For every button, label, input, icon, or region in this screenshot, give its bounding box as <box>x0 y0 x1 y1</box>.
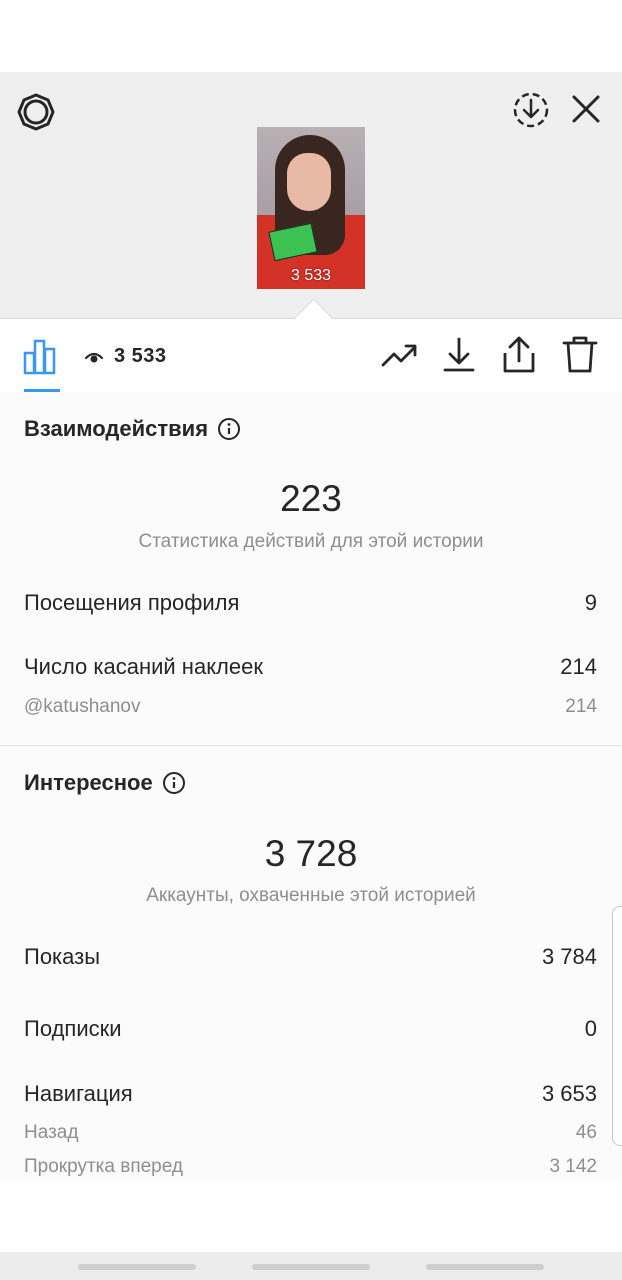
scroll-indicator[interactable] <box>612 906 622 1146</box>
stat-subrow-mention: @katushanov 214 <box>24 696 597 718</box>
stat-value: 3 653 <box>541 1081 597 1106</box>
stat-row-navigation: Навигация 3 653 <box>24 1081 597 1107</box>
home-indicator-center[interactable] <box>252 1264 370 1270</box>
stat-subvalue: 3 142 <box>549 1156 597 1177</box>
stat-row-sticker-taps: Число касаний наклеек 214 <box>24 654 597 680</box>
stat-sublabel: @katushanov <box>24 696 141 717</box>
stat-label: Посещения профиля <box>24 590 240 615</box>
insights-content: Взаимодействия 223 Статистика действий д… <box>0 392 622 1182</box>
stat-label: Число касаний наклеек <box>24 654 263 679</box>
stat-subrow-forward: Прокрутка вперед 3 142 <box>24 1156 597 1178</box>
stat-value: 214 <box>560 654 597 679</box>
close-icon[interactable] <box>566 89 606 129</box>
stat-sublabel: Назад <box>24 1122 79 1143</box>
stat-value: 3 784 <box>541 944 597 969</box>
stat-label: Подписки <box>24 1016 122 1041</box>
status-bar-area <box>0 0 622 72</box>
bottom-navigation-bar <box>0 1252 622 1280</box>
share-icon[interactable] <box>498 333 542 377</box>
stat-row-impressions: Показы 3 784 <box>24 944 597 970</box>
stat-row-follows: Подписки 0 <box>24 1016 597 1042</box>
trend-arrow-icon[interactable] <box>378 333 422 377</box>
discovery-title-text: Интересное <box>24 770 153 795</box>
stat-subrow-back: Назад 46 <box>24 1122 597 1144</box>
interactions-subtitle: Статистика действий для этой истории <box>138 531 484 552</box>
views-count: 3 533 <box>114 345 167 367</box>
info-icon[interactable] <box>217 417 241 441</box>
info-icon[interactable] <box>162 771 186 795</box>
interactions-total: 223 <box>280 478 342 519</box>
download-circle-icon[interactable] <box>508 87 554 133</box>
interactions-section-title: Взаимодействия <box>24 416 241 442</box>
trash-icon[interactable] <box>558 333 602 377</box>
discovery-subtitle: Аккаунты, охваченные этой историей <box>146 885 476 906</box>
stat-subvalue: 46 <box>575 1122 597 1143</box>
home-indicator-left[interactable] <box>78 1264 196 1270</box>
discovery-total: 3 728 <box>264 833 358 874</box>
home-indicator-right[interactable] <box>426 1264 544 1270</box>
section-divider <box>0 745 622 746</box>
stat-label: Навигация <box>24 1081 133 1106</box>
stat-value: 9 <box>584 590 597 615</box>
eye-icon <box>84 347 106 367</box>
stat-row-profile-visits: Посещения профиля 9 <box>24 590 597 616</box>
download-icon[interactable] <box>438 333 482 377</box>
stat-sublabel: Прокрутка вперед <box>24 1156 183 1177</box>
bar-chart-icon[interactable] <box>20 337 64 377</box>
thumbnail-view-count: 3 533 <box>290 267 332 284</box>
thumbnail-face <box>287 153 331 211</box>
settings-gear-icon[interactable] <box>14 90 58 134</box>
story-header: 3 533 <box>0 72 622 318</box>
story-thumbnail[interactable]: 3 533 <box>257 127 365 289</box>
discovery-section-title: Интересное <box>24 770 186 796</box>
stat-label: Показы <box>24 944 101 969</box>
stat-value: 0 <box>584 1016 597 1041</box>
stat-subvalue: 214 <box>565 696 597 717</box>
interactions-title-text: Взаимодействия <box>24 416 209 441</box>
